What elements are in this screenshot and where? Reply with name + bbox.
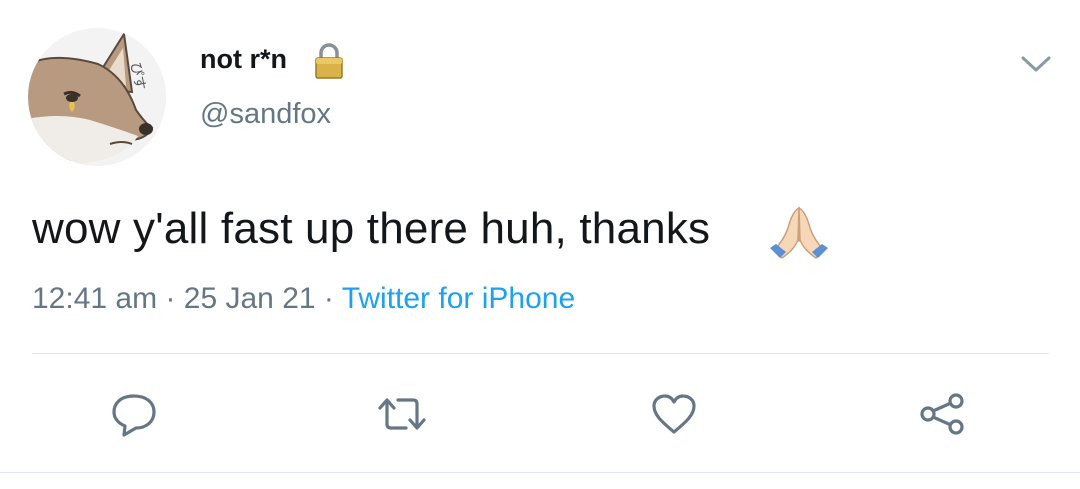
share-button[interactable] <box>914 388 970 440</box>
chevron-down-icon[interactable] <box>1018 50 1054 76</box>
handle[interactable]: @sandfox <box>200 98 331 131</box>
tweet-date: 25 Jan 21 <box>183 282 316 315</box>
tweet-text: wow y'all fast up there huh, thanks <box>32 204 711 253</box>
retweet-icon <box>378 398 426 430</box>
retweet-button[interactable] <box>374 388 430 440</box>
display-name[interactable]: not r*n <box>200 44 287 75</box>
tweet: ぴす not r*n @sandfox wow y'all fast up th… <box>0 0 1080 489</box>
meta-separator: · <box>165 282 176 315</box>
folded-hands-emoji <box>770 206 828 259</box>
share-icon <box>920 393 964 435</box>
heart-icon <box>652 394 696 434</box>
bottom-divider <box>0 472 1080 473</box>
reply-button[interactable] <box>106 388 162 440</box>
tweet-time: 12:41 am <box>32 282 158 315</box>
like-button[interactable] <box>646 388 702 440</box>
tweet-source-link[interactable]: Twitter for iPhone <box>342 282 575 315</box>
divider <box>32 353 1049 354</box>
avatar[interactable]: ぴす <box>28 28 166 166</box>
reply-icon <box>112 394 156 437</box>
tweet-meta: 12:41 am · 25 Jan 21 · Twitter for iPhon… <box>32 282 575 316</box>
meta-separator: · <box>323 282 334 315</box>
lock-icon <box>315 43 343 79</box>
